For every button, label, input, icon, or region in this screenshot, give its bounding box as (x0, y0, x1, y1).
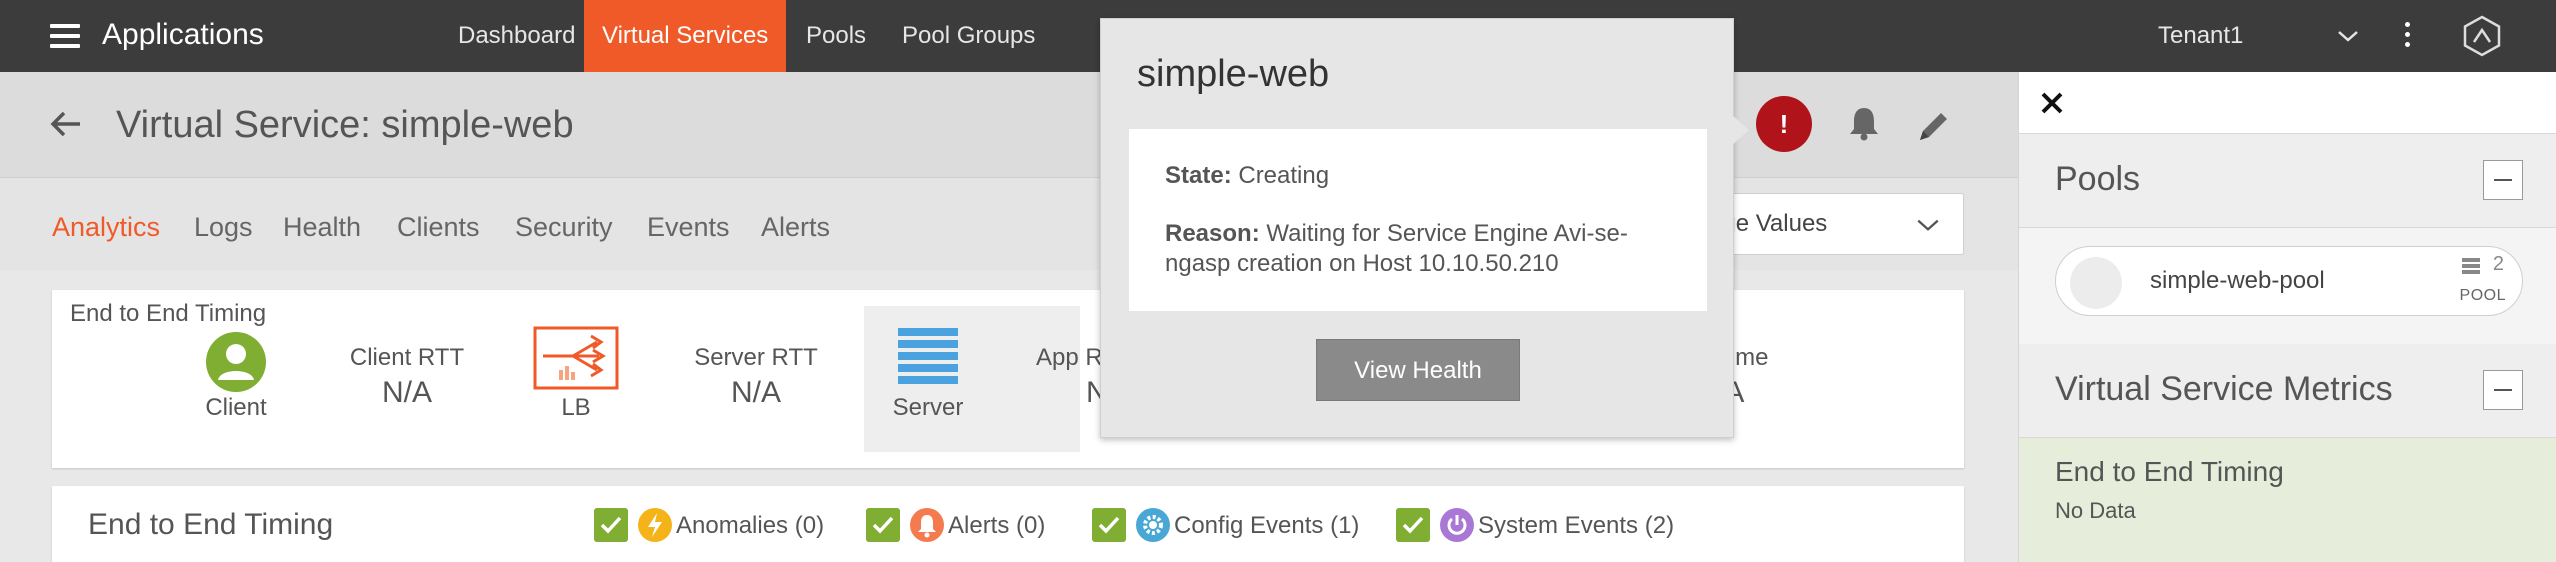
client-rtt-label: Client RTT (349, 344, 465, 371)
health-alert-button[interactable]: ! (1756, 96, 1812, 152)
state-row: State: Creating (1165, 161, 1329, 191)
sidebar-top (2019, 72, 2556, 134)
anomalies-toggle[interactable]: Anomalies (0) (594, 508, 824, 544)
hamburger-menu-icon[interactable] (50, 24, 80, 48)
popover-arrow (1731, 114, 1749, 146)
avi-logo-icon[interactable] (2460, 14, 2504, 58)
checkbox-checked[interactable] (1396, 508, 1430, 542)
system-events-toggle[interactable]: System Events (2) (1396, 508, 1696, 544)
state-label: State: (1165, 162, 1232, 189)
server-rtt-label: Server RTT (694, 344, 818, 371)
checkbox-checked[interactable] (594, 508, 628, 542)
event-bar-title: End to End Timing (88, 508, 334, 541)
config-events-label: Config Events (1) (1174, 512, 1360, 539)
right-sidebar: Pools simple-web-pool 2 POOL Virtual Ser… (2018, 72, 2556, 562)
metrics-section-header: Virtual Service Metrics (2019, 344, 2556, 438)
metric-value: No Data (2055, 498, 2136, 523)
metrics-title: Virtual Service Metrics (2055, 370, 2393, 408)
edit-pencil-icon[interactable] (1914, 106, 1954, 146)
tab-alerts[interactable]: Alerts (761, 212, 830, 243)
client-user-icon[interactable] (204, 330, 268, 394)
pool-status-avatar (2070, 257, 2122, 309)
tab-security[interactable]: Security (515, 212, 613, 243)
popover-body: State: Creating Reason: Waiting for Serv… (1129, 129, 1707, 311)
lb-label: LB (561, 394, 591, 421)
timing-heading: End to End Timing (70, 300, 267, 327)
metric-tile-end-to-end[interactable]: End to End Timing No Data (2019, 438, 2556, 562)
server-stack-icon (2462, 258, 2480, 274)
reason-label: Reason: (1165, 220, 1260, 247)
alerts-toggle[interactable]: Alerts (0) (866, 508, 1066, 544)
client-label: Client (205, 394, 267, 421)
gear-icon (1136, 508, 1170, 542)
tab-events[interactable]: Events (647, 212, 730, 243)
collapse-pools-button[interactable] (2483, 160, 2523, 200)
page-title: Virtual Service: simple-web (116, 104, 574, 146)
client-rtt-value: N/A (381, 376, 432, 409)
more-options-icon[interactable] (2402, 22, 2412, 50)
power-icon (1440, 508, 1474, 542)
pools-section-header: Pools (2019, 134, 2556, 228)
nav-dashboard[interactable]: Dashboard (458, 0, 575, 72)
pool-kind-label: POOL (2459, 287, 2506, 304)
nav-pools[interactable]: Pools (806, 0, 866, 72)
bell-icon[interactable] (1845, 104, 1883, 142)
nav-pool-groups[interactable]: Pool Groups (902, 0, 1035, 72)
server-label: Server (892, 394, 964, 421)
system-events-label: System Events (2) (1478, 512, 1675, 539)
tab-analytics[interactable]: Analytics (52, 212, 160, 243)
chevron-down-icon[interactable] (2336, 24, 2360, 48)
reason-value-line1: Waiting for Service Engine Avi-se- (1266, 220, 1628, 247)
tab-health[interactable]: Health (283, 212, 361, 243)
config-events-toggle[interactable]: Config Events (1) (1092, 508, 1372, 544)
popover-title: simple-web (1137, 53, 1330, 95)
event-overlay-bar: End to End Timing Anomalies (0) Alerts (… (52, 486, 1964, 562)
chevron-down-icon (1917, 219, 1939, 231)
server-rtt-value: N/A (730, 376, 781, 409)
checkbox-checked[interactable] (1092, 508, 1126, 542)
reason-row: Reason: Waiting for Service Engine Avi-s… (1165, 219, 1628, 279)
bell-icon (910, 508, 944, 542)
vs-status-popover: simple-web State: Creating Reason: Waiti… (1100, 18, 1734, 438)
load-balancer-icon[interactable] (533, 326, 619, 390)
metric-name: End to End Timing (2055, 456, 2284, 487)
server-icon[interactable] (896, 326, 960, 390)
nav-virtual-services[interactable]: Virtual Services (584, 0, 787, 72)
lightning-icon (638, 508, 672, 542)
pool-item[interactable]: simple-web-pool 2 POOL (2055, 246, 2523, 316)
tab-clients[interactable]: Clients (397, 212, 480, 243)
pool-server-count: 2 (2492, 253, 2504, 275)
anomalies-label: Anomalies (0) (676, 512, 825, 539)
reason-value-line2: ngasp creation on Host 10.10.50.210 (1165, 250, 1559, 277)
back-arrow-icon[interactable] (48, 106, 84, 142)
alerts-label: Alerts (0) (948, 512, 1046, 539)
tenant-selector[interactable]: Tenant1 (2158, 22, 2243, 50)
checkbox-checked[interactable] (866, 508, 900, 542)
app-title[interactable]: Applications (102, 18, 264, 52)
view-health-button[interactable]: View Health (1316, 339, 1520, 401)
state-value: Creating (1238, 162, 1330, 189)
close-icon[interactable] (2037, 88, 2067, 118)
tab-logs[interactable]: Logs (194, 212, 253, 243)
pool-name[interactable]: simple-web-pool (2150, 267, 2325, 295)
collapse-metrics-button[interactable] (2483, 370, 2523, 410)
pools-title: Pools (2055, 160, 2141, 198)
